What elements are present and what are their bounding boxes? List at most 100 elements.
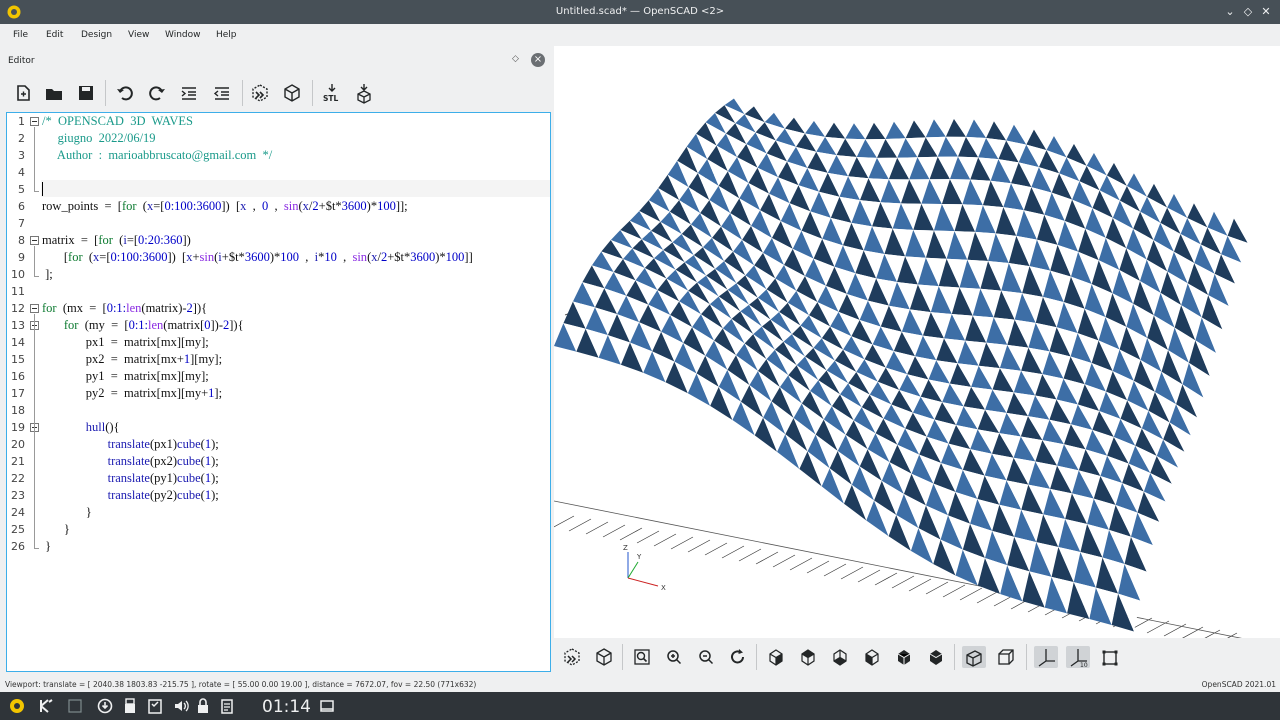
line-number: 3 [18, 149, 25, 162]
menu-edit[interactable]: Edit [46, 30, 63, 40]
view-top-button[interactable] [796, 646, 820, 668]
usb-device-icon[interactable] [121, 697, 139, 715]
line-number: 15 [11, 353, 25, 366]
audio-volume-icon[interactable] [172, 697, 190, 715]
fold-toggle-icon[interactable] [30, 117, 39, 126]
updates-icon[interactable] [96, 697, 114, 715]
code-line[interactable]: px1 = matrix[mx][my]; [42, 335, 209, 350]
wave-surface[interactable] [554, 98, 1254, 632]
code-line[interactable]: py2 = matrix[mx][my+1]; [42, 386, 222, 401]
perspective-icon [966, 650, 982, 667]
code-line[interactable]: px2 = matrix[mx+1][my]; [42, 352, 222, 367]
show-edges-button[interactable] [1098, 646, 1122, 668]
float-dock-icon[interactable]: ◇ [512, 54, 519, 64]
send-to-print-icon[interactable] [353, 82, 375, 104]
openscad-taskbar-icon[interactable] [8, 697, 26, 715]
code-line[interactable]: } [42, 505, 92, 520]
view-right-button[interactable] [764, 646, 788, 668]
code-line[interactable]: translate(px1)cube(1); [42, 437, 219, 452]
save-file-icon[interactable] [75, 82, 97, 104]
open-file-icon[interactable] [43, 82, 65, 104]
line-number: 25 [11, 523, 25, 536]
code-line[interactable]: hull(){ [42, 420, 120, 435]
code-line[interactable]: translate(px2)cube(1); [42, 454, 219, 469]
code-line[interactable]: } [42, 539, 51, 554]
reset-view-icon [731, 649, 744, 664]
code-line[interactable]: row_points = [for (x=[0:100:3600]) [x , … [42, 199, 408, 214]
reset-view-button[interactable] [726, 646, 750, 668]
code-line[interactable]: } [42, 522, 70, 537]
code-line[interactable]: ]; [42, 267, 53, 282]
preview-button[interactable] [560, 646, 584, 668]
window-list-icon[interactable] [66, 697, 84, 715]
show-desktop-icon[interactable] [318, 697, 336, 715]
code-line[interactable]: Author : marioabbruscato@gmail.com */ [42, 148, 272, 163]
new-file-icon[interactable] [12, 82, 34, 104]
code-line[interactable]: /* OPENSCAD 3D WAVES [42, 114, 193, 129]
zoom-in-button[interactable] [662, 646, 686, 668]
view-left-icon [865, 649, 879, 666]
redo-icon[interactable] [146, 82, 168, 104]
code-line[interactable]: py1 = matrix[mx][my]; [42, 369, 209, 384]
svg-text:10: 10 [1080, 662, 1088, 668]
view-all-icon [634, 649, 650, 665]
z-axis-label: Z [623, 544, 628, 552]
menu-bar: File Edit Design View Window Help [0, 24, 1280, 46]
orthogonal-button[interactable] [994, 646, 1018, 668]
minimize-icon[interactable]: ⌄ [1222, 4, 1238, 20]
clock[interactable]: 01:14 [262, 697, 311, 717]
lock-icon[interactable] [194, 697, 212, 715]
keep-above-icon[interactable]: ◇ [1240, 4, 1256, 20]
show-axes-button[interactable] [1034, 646, 1058, 668]
line-number: 16 [11, 370, 25, 383]
preview-icon[interactable] [249, 82, 271, 104]
perspective-button[interactable] [962, 646, 986, 668]
view-bottom-button[interactable] [828, 646, 852, 668]
wave-mesh-render[interactable]: ZY X [554, 46, 1280, 638]
code-line[interactable]: [for (x=[0:100:3600]) [x+sin(i+$t*3600)*… [42, 250, 473, 265]
view-top-icon [801, 649, 815, 666]
fold-toggle-icon[interactable] [30, 304, 39, 313]
unindent-icon[interactable] [211, 82, 233, 104]
code-line[interactable]: for (my = [0:1:len(matrix[0])-2]){ [42, 318, 244, 333]
kde-launcher-icon[interactable] [37, 697, 55, 715]
orthogonal-icon [998, 649, 1014, 665]
menu-file[interactable]: File [13, 30, 28, 40]
3d-viewport[interactable]: ZY X [554, 46, 1280, 638]
view-all-button[interactable] [630, 646, 654, 668]
line-number: 23 [11, 489, 25, 502]
clipboard-icon[interactable] [146, 697, 164, 715]
close-window-icon[interactable]: ✕ [1258, 4, 1274, 20]
text-cursor [42, 182, 43, 196]
line-number: 20 [11, 438, 25, 451]
zoom-out-button[interactable] [694, 646, 718, 668]
menu-design[interactable]: Design [81, 30, 112, 40]
line-number: 5 [18, 183, 25, 196]
render-icon[interactable] [281, 82, 303, 104]
code-line[interactable]: for (mx = [0:1:len(matrix)-2]){ [42, 301, 207, 316]
fold-toggle-icon[interactable] [30, 236, 39, 245]
code-line[interactable]: giugno 2022/06/19 [42, 131, 156, 146]
render-button[interactable] [592, 646, 616, 668]
zoom-in-icon [667, 650, 682, 665]
code-editor[interactable]: 1 2 3 4 5 6 7 8 9 10 11 12 13 14 15 16 17 18 19 20 21 22 23 24 2… [6, 112, 551, 672]
view-back-button[interactable] [924, 646, 948, 668]
menu-window[interactable]: Window [165, 30, 201, 40]
preview-icon [564, 648, 580, 666]
close-editor-icon[interactable]: × [531, 53, 545, 67]
indent-icon[interactable] [178, 82, 200, 104]
code-line[interactable]: matrix = [for (i=[0:20:360]) [42, 233, 191, 248]
viewport-status: Viewport: translate = [ 2040.38 1803.83 … [5, 680, 477, 689]
code-line[interactable]: translate(py2)cube(1); [42, 488, 219, 503]
view-front-button[interactable] [892, 646, 916, 668]
editor-title: Editor [8, 56, 35, 66]
menu-help[interactable]: Help [216, 30, 237, 40]
export-stl-icon[interactable]: STL [321, 82, 343, 104]
menu-view[interactable]: View [128, 30, 149, 40]
undo-icon[interactable] [114, 82, 136, 104]
view-front-icon [897, 650, 911, 665]
view-left-button[interactable] [860, 646, 884, 668]
notes-icon[interactable] [218, 697, 236, 715]
code-line[interactable]: translate(py1)cube(1); [42, 471, 219, 486]
show-scale-markers-button[interactable]: 10 [1066, 646, 1090, 669]
